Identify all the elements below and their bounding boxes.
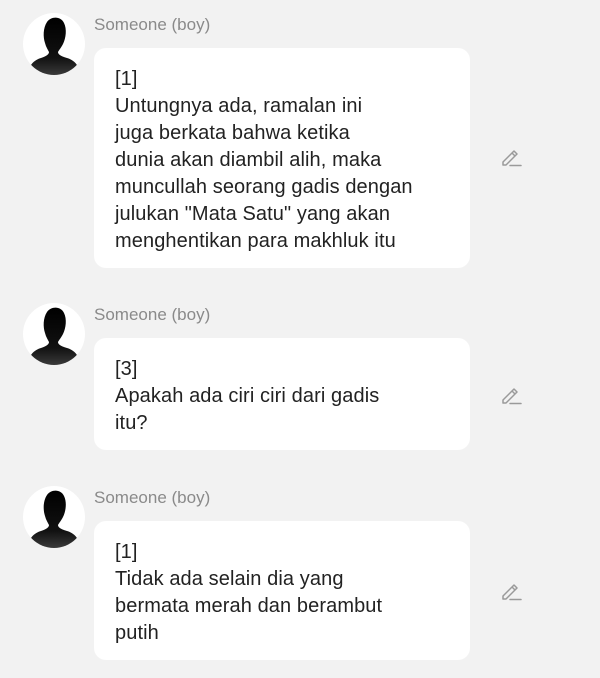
edit-button[interactable] (498, 144, 524, 170)
message-line: Apakah ada ciri ciri dari gadis (115, 385, 380, 407)
message-line: Tidak ada selain dia yang (115, 568, 344, 590)
message-line: juga berkata bahwa ketika (115, 122, 350, 144)
message-bubble[interactable]: [1] Untungnya ada, ramalan ini juga berk… (94, 48, 470, 268)
edit-button[interactable] (498, 578, 524, 604)
avatar[interactable] (23, 486, 85, 548)
edit-button[interactable] (498, 382, 524, 408)
pencil-edit-icon (502, 388, 522, 405)
person-silhouette-icon (27, 17, 81, 75)
message-bubble[interactable]: [3] Apakah ada ciri ciri dari gadis itu? (94, 338, 470, 450)
message-line: [3] (115, 358, 138, 380)
message-line: menghentikan para makhluk itu (115, 230, 396, 252)
message-line: muncullah seorang gadis dengan (115, 176, 413, 198)
pencil-edit-icon (502, 150, 522, 167)
message-line: Untungnya ada, ramalan ini (115, 95, 363, 117)
sender-name: Someone (boy) (94, 15, 211, 34)
avatar[interactable] (23, 303, 85, 365)
message-line: [1] (115, 68, 138, 90)
message-line: putih (115, 622, 159, 644)
avatar[interactable] (23, 13, 85, 75)
message-bubble[interactable]: [1] Tidak ada selain dia yang bermata me… (94, 521, 470, 660)
pencil-edit-icon (502, 584, 522, 601)
message-line: itu? (115, 412, 148, 434)
sender-name: Someone (boy) (94, 488, 211, 507)
message-line: [1] (115, 541, 138, 563)
message-line: julukan "Mata Satu" yang akan (115, 203, 391, 225)
message-line: dunia akan diambil alih, maka (115, 149, 382, 171)
person-silhouette-icon (27, 490, 81, 548)
sender-name: Someone (boy) (94, 305, 211, 324)
message-line: bermata merah dan berambut (115, 595, 383, 617)
person-silhouette-icon (27, 307, 81, 365)
